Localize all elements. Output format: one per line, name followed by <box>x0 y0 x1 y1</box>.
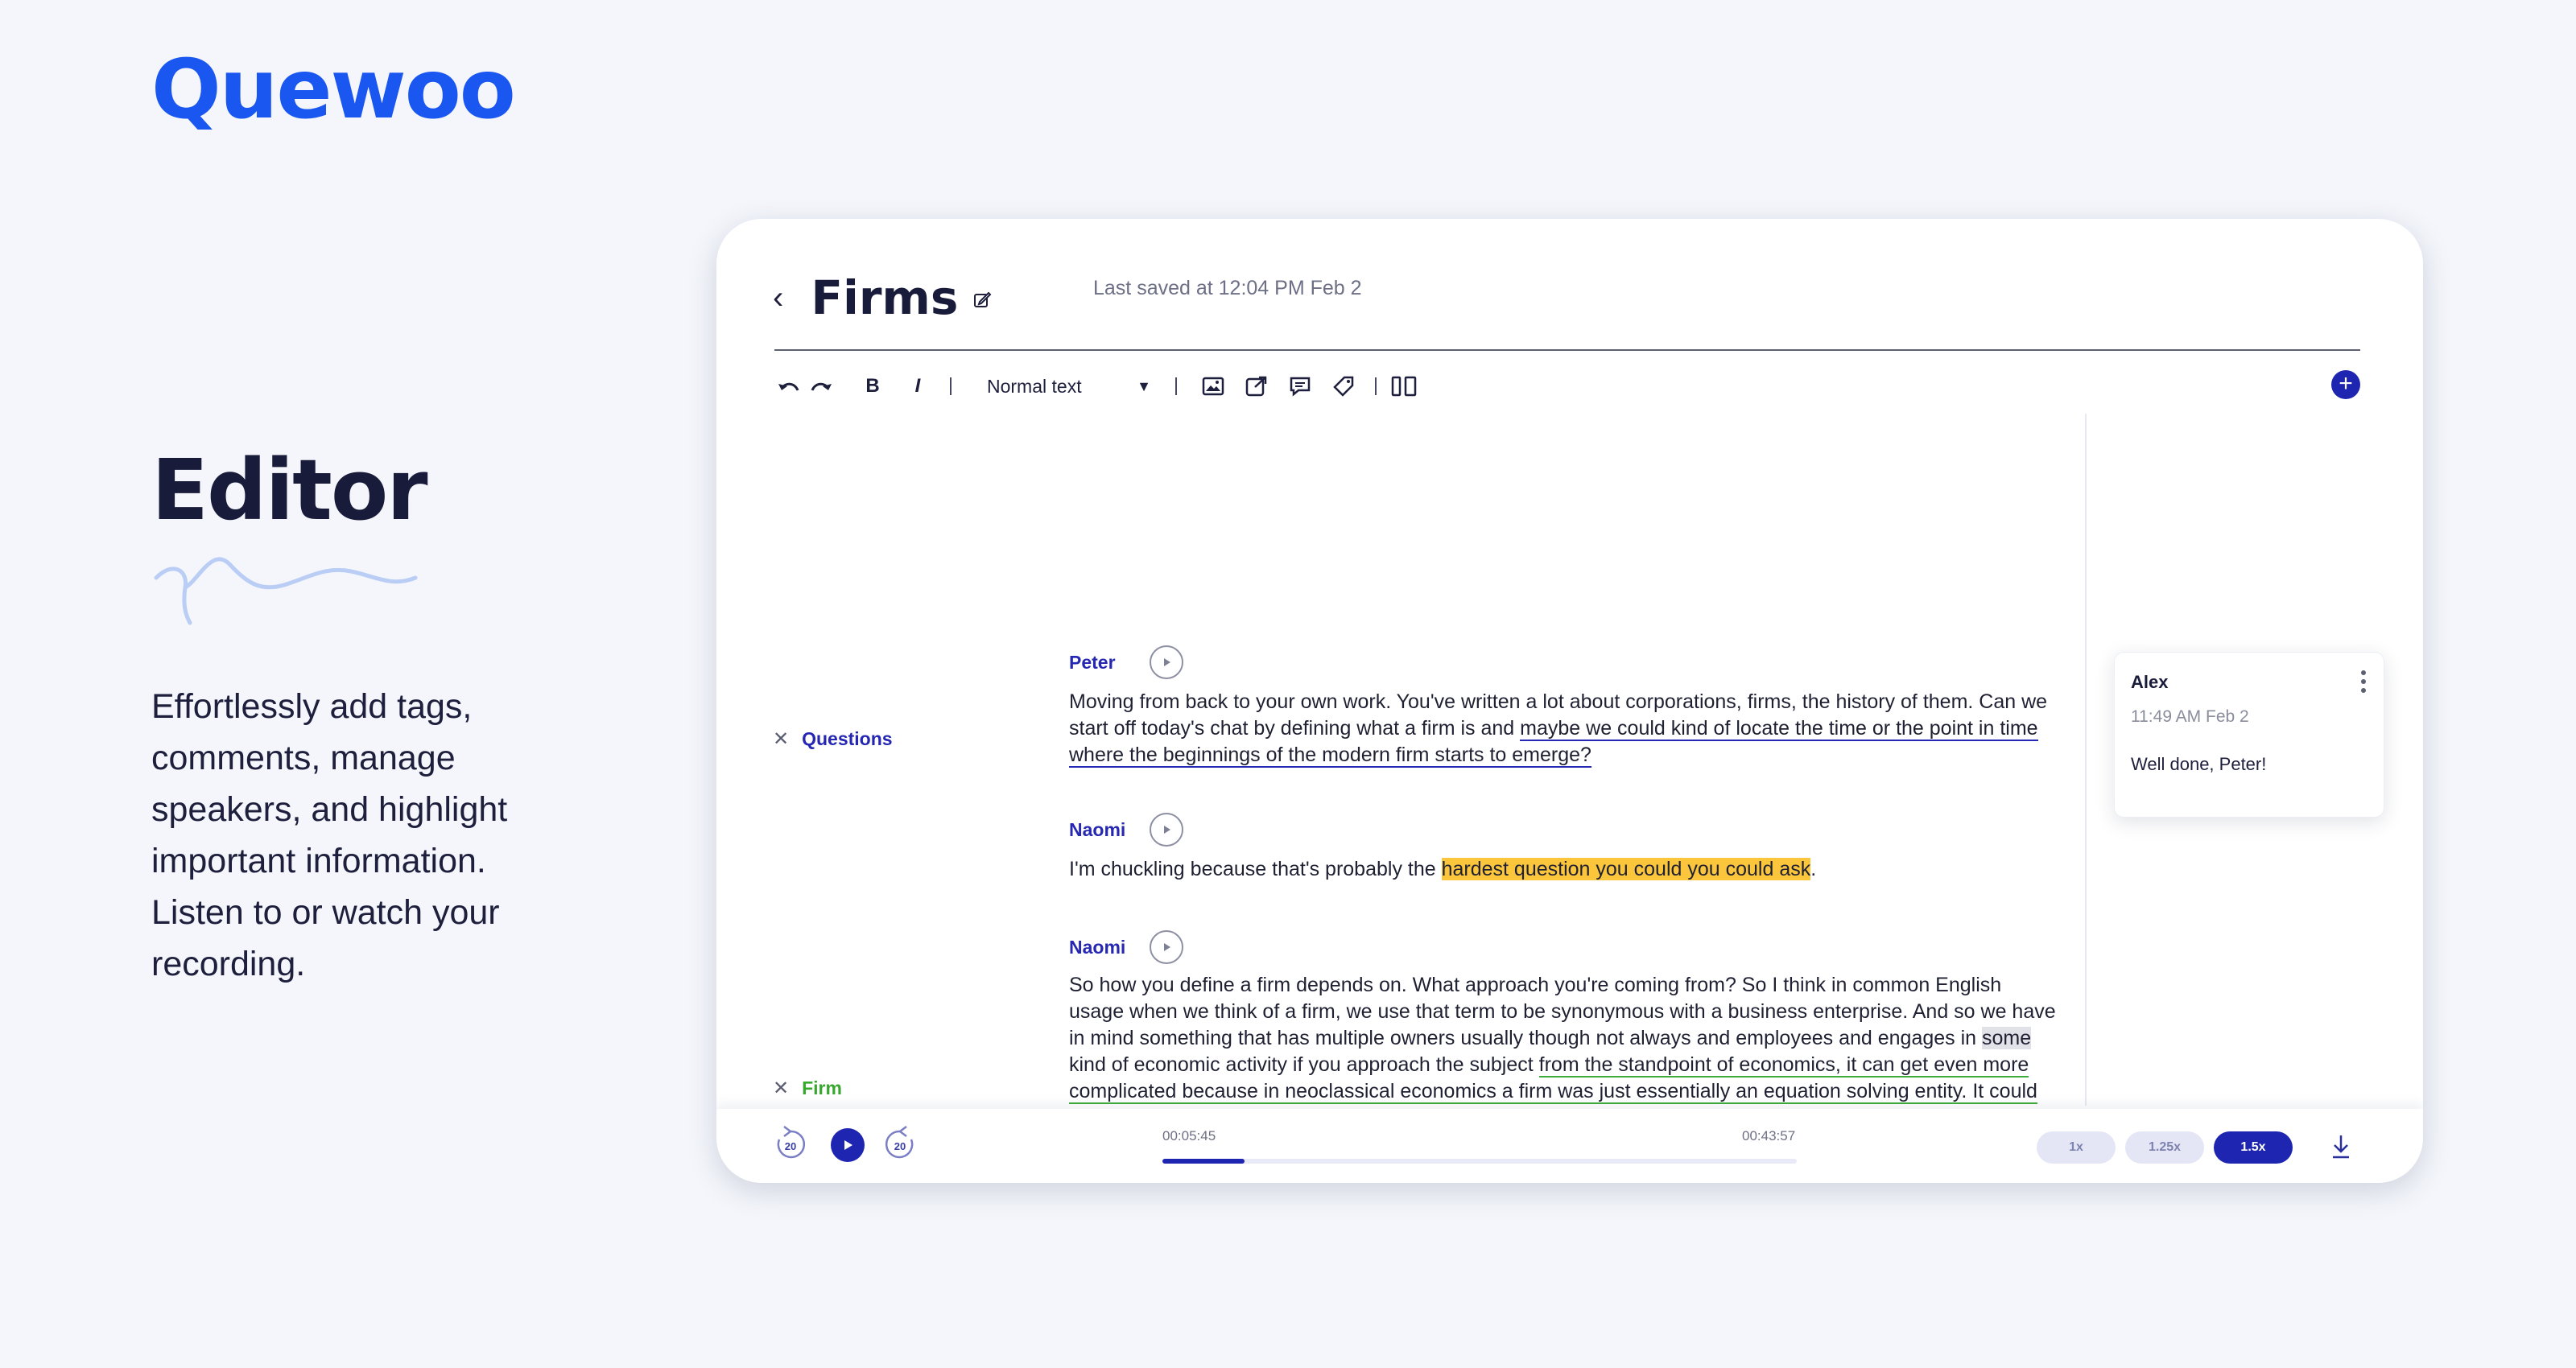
transcript-text: . <box>1810 858 1817 880</box>
italic-button[interactable]: I <box>900 369 935 404</box>
tag-firm[interactable]: ✕ Firm <box>773 1077 842 1100</box>
more-options-icon[interactable] <box>2359 670 2368 693</box>
transcript-text: I'm chuckling because that's probably th… <box>1069 858 1442 880</box>
progress-track[interactable] <box>1162 1159 1797 1164</box>
document-title[interactable]: Firms <box>811 270 958 325</box>
editor-toolbar: B I Normal text ▼ + <box>773 364 2360 409</box>
feature-title: Editor <box>151 441 428 539</box>
squiggle-decoration <box>154 557 418 625</box>
speaker-row: Peter <box>1069 645 1183 679</box>
fast-forward-icon[interactable]: 20 <box>882 1125 918 1164</box>
redo-icon[interactable] <box>805 369 837 404</box>
speed-option[interactable]: 1.5x <box>2214 1131 2293 1164</box>
feature-description: Effortlessly add tags, comments, manage … <box>151 687 508 983</box>
rewind-seconds: 20 <box>785 1140 796 1152</box>
speaker-row: Naomi <box>1069 813 1183 847</box>
tag-label: Firm <box>802 1078 842 1098</box>
chevron-down-icon: ▼ <box>1137 377 1151 394</box>
remove-tag-icon[interactable]: ✕ <box>773 727 789 751</box>
header-divider <box>774 349 2360 351</box>
text-style-select[interactable]: Normal text ▼ <box>966 369 1170 404</box>
audio-player: 20 20 00:05:45 00:43:57 1x 1.25x 1.5x <box>716 1109 2423 1183</box>
text-style-value: Normal text <box>987 375 1082 397</box>
tag-icon[interactable] <box>1322 369 1365 404</box>
image-icon[interactable] <box>1191 369 1235 404</box>
play-icon[interactable] <box>1150 645 1183 679</box>
annotated-text-hl-grey[interactable]: some <box>1982 1027 2032 1049</box>
download-icon[interactable] <box>2330 1133 2352 1160</box>
transcript-area[interactable]: ✕ Questions ✕ Firm Peter Moving from bac… <box>773 418 2061 1104</box>
comment-card[interactable]: Alex 11:49 AM Feb 2 Well done, Peter! <box>2114 652 2384 818</box>
rewind-icon[interactable]: 20 <box>773 1125 808 1164</box>
editor-window: ‹ Firms Last saved at 12:04 PM Feb 2 B I… <box>716 219 2423 1183</box>
play-icon[interactable] <box>1150 813 1183 847</box>
tag-label: Questions <box>802 728 893 749</box>
speaker-name[interactable]: Peter <box>1069 652 1150 674</box>
comments-divider <box>2085 414 2087 1106</box>
speed-option[interactable]: 1x <box>2037 1131 2116 1164</box>
back-icon[interactable]: ‹ <box>773 280 783 316</box>
total-time: 00:43:57 <box>1742 1128 1796 1143</box>
comment-timestamp: 11:49 AM Feb 2 <box>2131 707 2249 726</box>
comment-icon[interactable] <box>1278 369 1322 404</box>
edit-icon[interactable] <box>972 290 992 310</box>
last-saved-status: Last saved at 12:04 PM Feb 2 <box>1093 277 1362 299</box>
toolbar-separator <box>950 377 952 395</box>
comment-text: Well done, Peter! <box>2131 754 2267 774</box>
transcript-text: kind of economic activity if you approac… <box>1069 1053 1539 1076</box>
speaker-name[interactable]: Naomi <box>1069 937 1150 958</box>
speaker-name[interactable]: Naomi <box>1069 819 1150 841</box>
forward-seconds: 20 <box>894 1140 906 1152</box>
toolbar-separator <box>1175 377 1177 395</box>
play-pause-button[interactable] <box>831 1128 865 1162</box>
undo-icon[interactable] <box>773 369 805 404</box>
play-icon[interactable] <box>1150 930 1183 964</box>
columns-icon[interactable] <box>1386 369 1422 404</box>
speed-option[interactable]: 1.25x <box>2125 1131 2204 1164</box>
tag-questions[interactable]: ✕ Questions <box>773 727 893 751</box>
speaker-row: Naomi <box>1069 930 1183 964</box>
remove-tag-icon[interactable]: ✕ <box>773 1077 789 1100</box>
transcript-text: So how you define a firm depends on. Wha… <box>1069 974 2056 1049</box>
progress-fill <box>1162 1159 1245 1164</box>
document-header: ‹ Firms <box>773 258 992 338</box>
bold-button[interactable]: B <box>855 369 890 404</box>
transcript-paragraph[interactable]: I'm chuckling because that's probably th… <box>1069 856 2058 883</box>
annotated-text-hl-yellow[interactable]: hardest question you could you could ask <box>1441 858 1811 880</box>
export-icon[interactable] <box>1235 369 1278 404</box>
transcript-paragraph[interactable]: So how you define a firm depends on. Wha… <box>1069 972 2058 1104</box>
brand-logo: Quewoo <box>151 42 516 138</box>
toolbar-separator <box>1375 377 1377 395</box>
current-time: 00:05:45 <box>1162 1128 1216 1143</box>
transcript-paragraph[interactable]: Moving from back to your own work. You'v… <box>1069 689 2058 768</box>
add-icon[interactable]: + <box>2331 370 2360 399</box>
comment-author: Alex <box>2131 672 2169 692</box>
